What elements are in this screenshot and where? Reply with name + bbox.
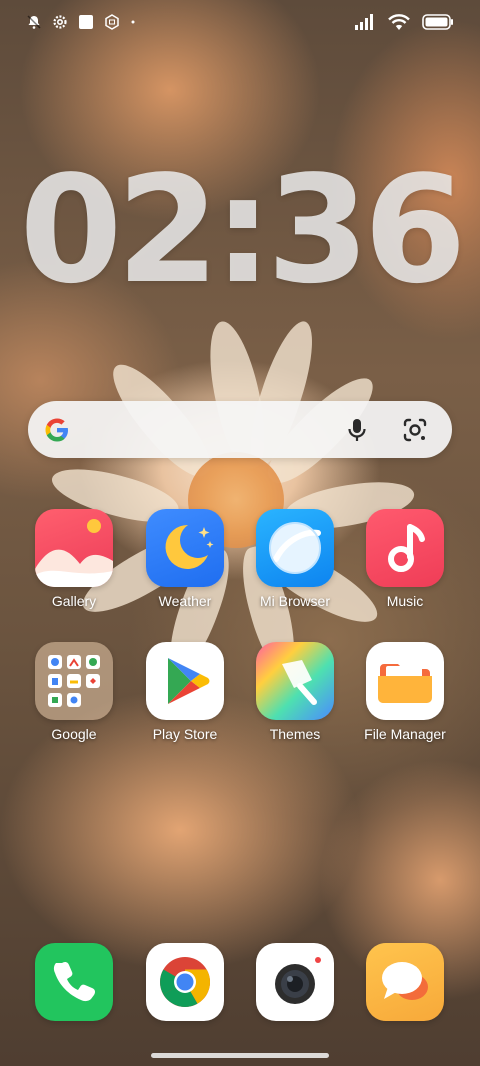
phone-icon [35,943,113,1021]
google-folder-icon [35,642,113,720]
play-store-icon [146,642,224,720]
clock-widget[interactable]: 02:36 [0,150,480,310]
app-weather[interactable]: Weather [130,509,240,609]
chrome-icon [146,943,224,1021]
app-themes[interactable]: Themes [240,642,350,742]
app-label: Music [386,593,424,609]
status-bar [0,0,480,46]
app-label: Weather [158,593,212,609]
messages-icon [366,943,444,1021]
battery-icon [422,14,453,30]
square-notification-icon [79,15,93,29]
app-label: Gallery [51,593,97,609]
camera-icon [256,943,334,1021]
app-label: Themes [269,726,321,742]
app-label: Google [51,726,97,742]
app-music[interactable]: Music [350,509,460,609]
music-icon [366,509,444,587]
app-gallery[interactable]: Gallery [19,509,129,609]
app-mi-browser[interactable]: Mi Browser [240,509,350,609]
browser-icon [256,509,334,587]
dock-messages[interactable] [350,943,460,1021]
wifi-icon [388,14,410,30]
settings-gear-icon [53,15,67,29]
google-g-icon [45,418,68,442]
themes-icon [256,642,334,720]
gesture-navigation-bar[interactable] [151,1053,329,1058]
mi-hexagon-icon [105,14,119,30]
gallery-icon [35,509,113,587]
google-lens-icon[interactable] [400,415,430,445]
dock-phone[interactable] [19,943,129,1021]
app-label: File Manager [364,726,446,742]
app-label: Play Store [152,726,218,742]
microphone-icon[interactable] [342,415,372,445]
cellular-signal-icon [355,14,373,30]
bell-off-icon [27,15,41,29]
app-google-folder[interactable]: Google [19,642,129,742]
app-file-manager[interactable]: File Manager [350,642,460,742]
app-play-store[interactable]: Play Store [130,642,240,742]
google-search-bar[interactable] [28,401,452,458]
weather-icon [146,509,224,587]
dot-icon [131,20,135,24]
dock-chrome[interactable] [130,943,240,1021]
app-label: Mi Browser [259,593,330,609]
dock-camera[interactable] [240,943,350,1021]
file-manager-icon [366,642,444,720]
